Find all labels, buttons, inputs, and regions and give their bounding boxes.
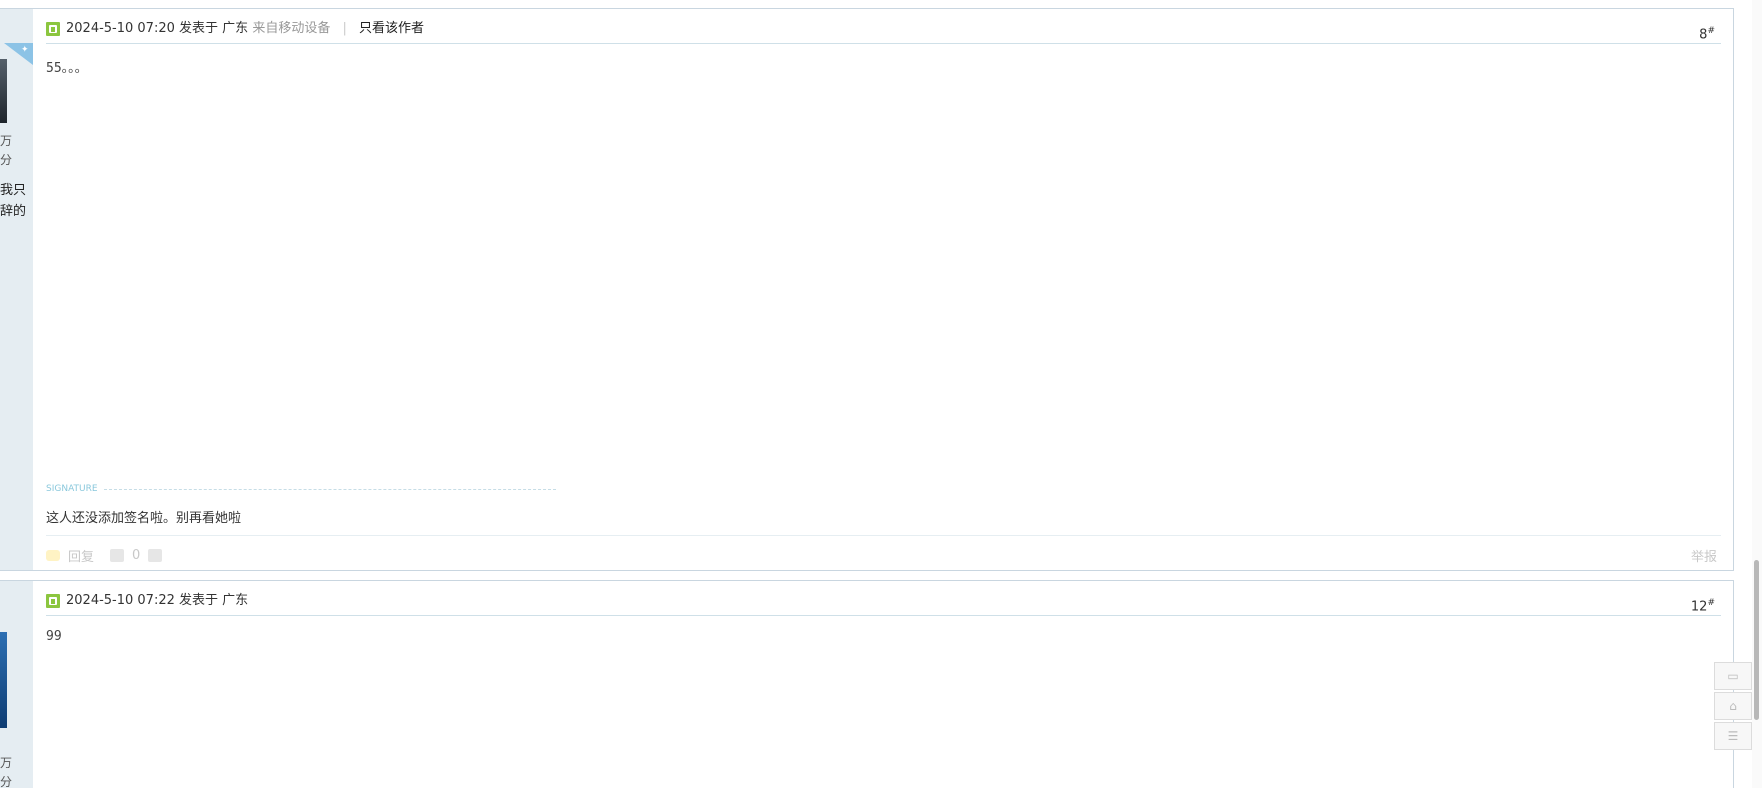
post-floor-8: ✦ 万 分 我只 辞的 2024-5-10 07:20 发表于 广东 来自移动设… [0,8,1734,571]
list-icon[interactable]: ☰ [1714,722,1752,750]
floor-number[interactable]: 12# [1691,594,1715,616]
post-meta: 2024-5-10 07:20 发表于 广东 来自移动设备 | 只看该作者 [66,20,424,38]
comment-icon[interactable]: ▭ [1714,662,1752,690]
floor-mark: # [1707,598,1715,608]
post-timestamp: 2024-5-10 07:22 [66,593,175,608]
vertical-scrollbar[interactable] [1752,0,1762,788]
reply-icon[interactable] [46,550,60,561]
thumbs-down-icon[interactable] [148,549,163,562]
author-bio-line: 我只 [0,183,27,198]
badge-star-icon: ✦ [21,45,29,55]
post-content: 2024-5-10 07:22 发表于 广东 12# 99 [46,581,1721,788]
floor-mark: # [1707,26,1715,36]
author-stat-line: 万 [0,134,13,148]
post-device: 来自移动设备 [252,21,331,36]
posted-label: 发表于 [179,593,219,608]
post-meta: 2024-5-10 07:22 发表于 广东 [66,592,248,610]
signature-text: 这人还没添加签名啦。别再看她啦 [46,511,242,526]
back-to-top-icon[interactable]: ⌂ [1714,692,1752,720]
meta-separator: | [342,21,347,36]
post-body-text: 99 [46,629,62,644]
post-timestamp: 2024-5-10 07:20 [66,21,175,36]
floating-side-tools: ▭ ⌂ ☰ [1714,662,1754,752]
author-stat-line: 分 [0,153,13,167]
calendar-icon [46,594,60,608]
author-info-column: ✦ 万 分 我只 辞的 [0,9,33,570]
floor-number[interactable]: 8# [1699,22,1715,44]
posted-label: 发表于 [179,21,219,36]
post-actions: 回复 0 [46,546,163,565]
calendar-icon [46,22,60,36]
post-floor-12: 万 分 2024-5-10 07:22 发表于 广东 12# 99 [0,580,1734,788]
post-location: 广东 [222,593,249,608]
forum-thread-page: ✦ 万 分 我只 辞的 2024-5-10 07:20 发表于 广东 来自移动设… [0,0,1762,788]
signature-label: SIGNATURE [46,483,556,495]
floor-number-value: 12 [1690,599,1708,615]
post-header: 2024-5-10 07:22 发表于 广东 12# [46,592,1721,616]
post-content: 2024-5-10 07:20 发表于 广东 来自移动设备 | 只看该作者 8#… [46,9,1721,570]
post-body-text: 55。。。 [46,61,88,76]
post-header: 2024-5-10 07:20 发表于 广东 来自移动设备 | 只看该作者 8# [46,20,1721,44]
avatar[interactable] [0,59,7,123]
like-count: 0 [132,548,141,563]
scrollbar-thumb[interactable] [1754,560,1759,720]
post-footer: 回复 0 举报 [46,535,1721,567]
report-link[interactable]: 举报 [1691,546,1717,565]
post-location: 广东 [222,21,249,36]
avatar[interactable] [0,632,7,728]
reply-button[interactable]: 回复 [68,546,94,565]
author-bio-line: 辞的 [0,204,27,219]
author-info-column: 万 分 [0,581,33,788]
only-view-author-link[interactable]: 只看该作者 [359,21,424,36]
thumbs-up-icon[interactable] [110,549,125,562]
author-stat-line: 分 [0,775,13,788]
author-stat-line: 万 [0,756,13,770]
